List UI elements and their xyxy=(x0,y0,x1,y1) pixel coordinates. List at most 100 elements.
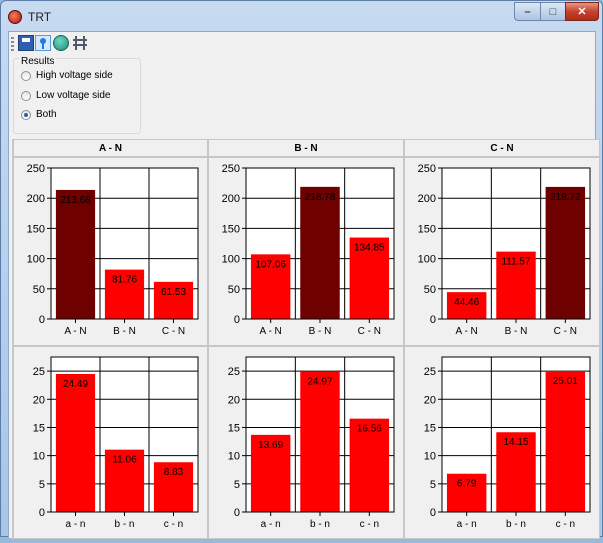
bar xyxy=(55,373,96,512)
y-tick-label: 50 xyxy=(228,284,240,296)
chart-cell: 0 50 100 150 200 250 213.68 A - N 81.76 B - N 61.5… xyxy=(13,157,208,346)
bar-chart-low-b-n: 0 5 10 15 20 25 13.69 a - n 24.97 b - n 16.56 c - n xyxy=(228,356,395,530)
bar-value-label: 24.97 xyxy=(307,376,332,387)
bar-value-label: 107.06 xyxy=(255,259,286,270)
radio-dot[interactable] xyxy=(21,70,31,81)
x-tick-label: a - n xyxy=(457,519,477,530)
x-tick-label: c - n xyxy=(556,519,575,530)
bar-value-label: 213.68 xyxy=(60,195,91,206)
x-tick-label: A - N xyxy=(260,326,282,337)
y-tick-label: 10 xyxy=(228,451,240,463)
y-tick-label: 5 xyxy=(39,479,45,491)
y-tick-label: 15 xyxy=(424,422,436,434)
x-tick-label: A - N xyxy=(64,326,86,337)
results-legend: Results xyxy=(19,56,57,67)
bar xyxy=(300,371,340,512)
chart-cell: 0 5 10 15 20 25 24.49 a - n 11.06 b - n 8.83 c - n xyxy=(13,346,208,539)
y-tick-label: 0 xyxy=(430,507,436,519)
x-tick-label: B - N xyxy=(309,326,332,337)
bar-value-label: 44.46 xyxy=(454,297,479,308)
x-tick-label: a - n xyxy=(261,519,281,530)
y-tick-label: 10 xyxy=(424,451,436,463)
y-tick-label: 20 xyxy=(33,394,45,406)
x-tick-label: b - n xyxy=(114,519,134,530)
chart-cell: 0 5 10 15 20 25 13.69 a - n 24.97 b - n 16.56 c - n xyxy=(208,346,404,539)
y-tick-label: 150 xyxy=(27,223,45,235)
bar-value-label: 8.83 xyxy=(164,467,184,478)
radio-high-voltage[interactable]: High voltage side xyxy=(21,70,113,81)
y-tick-label: 25 xyxy=(424,366,436,378)
radio-label: High voltage side xyxy=(36,70,113,81)
x-tick-label: C - N xyxy=(554,326,577,337)
radio-dot[interactable] xyxy=(21,90,31,101)
bar xyxy=(545,371,586,512)
chart-cell: 0 50 100 150 200 250 44.46 A - N 111.57 B - N 218.… xyxy=(404,157,600,346)
bar xyxy=(545,186,586,319)
results-group: Results High voltage side Low voltage si… xyxy=(13,56,141,134)
column-header-b-n: B - N xyxy=(208,139,404,157)
y-tick-label: 150 xyxy=(418,223,436,235)
bar-value-label: 13.69 xyxy=(258,440,283,451)
y-tick-label: 15 xyxy=(33,422,45,434)
y-tick-label: 250 xyxy=(418,163,436,175)
bar-value-label: 61.53 xyxy=(161,287,186,298)
y-tick-label: 5 xyxy=(430,479,436,491)
window-title: TRT xyxy=(28,10,52,24)
column-header-c-n: C - N xyxy=(404,139,600,157)
y-tick-label: 100 xyxy=(27,254,45,266)
title-bar[interactable]: TRT – □ ✕ xyxy=(1,1,602,31)
bar-chart-low-a-n: 0 5 10 15 20 25 24.49 a - n 11.06 b - n 8.83 c - n xyxy=(33,356,199,530)
tower-icon[interactable] xyxy=(72,35,88,51)
app-logo-icon xyxy=(8,10,22,24)
app-window: TRT – □ ✕ Results High voltage side Low … xyxy=(0,0,603,539)
bar-value-label: 111.57 xyxy=(501,257,531,268)
y-tick-label: 0 xyxy=(39,507,45,519)
y-tick-label: 100 xyxy=(418,254,436,266)
bar-value-label: 25.01 xyxy=(553,376,578,387)
bar-value-label: 16.56 xyxy=(357,424,382,435)
minimize-button[interactable]: – xyxy=(514,2,541,21)
y-tick-label: 0 xyxy=(234,314,240,326)
x-tick-label: c - n xyxy=(360,519,379,530)
bar-value-label: 14.15 xyxy=(503,437,528,448)
x-tick-label: b - n xyxy=(310,519,330,530)
close-button[interactable]: ✕ xyxy=(565,2,599,21)
maximize-button[interactable]: □ xyxy=(540,2,566,21)
bar-chart-low-c-n: 0 5 10 15 20 25 6.79 a - n 14.15 b - n 25.01 c - n xyxy=(424,356,591,530)
toolbar xyxy=(9,32,595,56)
save-icon[interactable] xyxy=(18,35,34,51)
pin-icon[interactable] xyxy=(35,35,51,51)
bar xyxy=(300,186,340,319)
globe-icon[interactable] xyxy=(53,35,69,51)
bar xyxy=(55,189,96,319)
y-tick-label: 15 xyxy=(228,422,240,434)
y-tick-label: 0 xyxy=(430,314,436,326)
x-tick-label: A - N xyxy=(456,326,478,337)
radio-both[interactable]: Both xyxy=(21,109,57,120)
radio-low-voltage[interactable]: Low voltage side xyxy=(21,90,111,101)
y-tick-label: 50 xyxy=(424,284,436,296)
bar-value-label: 81.76 xyxy=(112,275,137,286)
y-tick-label: 25 xyxy=(33,366,45,378)
x-tick-label: B - N xyxy=(505,326,528,337)
y-tick-label: 20 xyxy=(228,394,240,406)
bar-value-label: 218.72 xyxy=(550,192,581,203)
radio-label: Low voltage side xyxy=(36,90,111,101)
chart-cell: 0 5 10 15 20 25 6.79 a - n 14.15 b - n 25.01 c - n xyxy=(404,346,600,539)
bar-chart-high-b-n: 0 50 100 150 200 250 107.06 A - N 218.78 B - N 134… xyxy=(222,163,395,337)
toolbar-grip[interactable] xyxy=(11,37,14,51)
x-tick-label: C - N xyxy=(162,326,185,337)
y-tick-label: 25 xyxy=(228,366,240,378)
bar-value-label: 11.06 xyxy=(112,455,137,466)
y-tick-label: 200 xyxy=(222,193,240,205)
y-tick-label: 50 xyxy=(33,284,45,296)
radio-dot-selected[interactable] xyxy=(21,109,31,120)
client-area: Results High voltage side Low voltage si… xyxy=(8,31,600,539)
bar-chart-high-a-n: 0 50 100 150 200 250 213.68 A - N 81.76 B - N 61.5… xyxy=(27,163,199,337)
y-tick-label: 250 xyxy=(222,163,240,175)
column-header-a-n: A - N xyxy=(13,139,208,157)
y-tick-label: 20 xyxy=(424,394,436,406)
x-tick-label: a - n xyxy=(65,519,85,530)
y-tick-label: 5 xyxy=(234,479,240,491)
y-tick-label: 200 xyxy=(27,193,45,205)
